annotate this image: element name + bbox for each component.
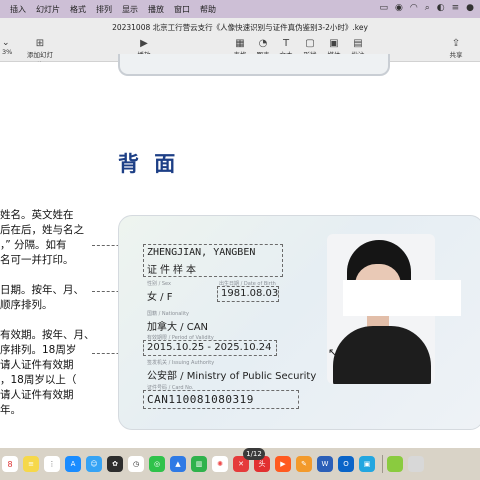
id-card-back-image: ZHENGJIAN, YANGBEN 证件样本 性别 / Sex 女 / F 出… bbox=[118, 215, 480, 430]
side-line: ，18周岁以上（ bbox=[0, 374, 77, 386]
menu-play[interactable]: 播放 bbox=[148, 4, 164, 15]
zoom-icon: ⌄ bbox=[2, 38, 10, 48]
card-nationality-tag: 国籍 / Nationality bbox=[147, 311, 190, 317]
card-authority: 公安部 / Ministry of Public Security bbox=[147, 371, 317, 382]
document-title: 20231008 北京工行营云支行《人像快速识别与证件真伪鉴别3-2小时》.ke… bbox=[112, 23, 368, 32]
wechat-icon[interactable]: ◎ bbox=[149, 456, 165, 472]
notes-icon[interactable]: ≡ bbox=[23, 456, 39, 472]
numbers-icon[interactable]: ▥ bbox=[191, 456, 207, 472]
kwai-icon[interactable]: ▶ bbox=[275, 456, 291, 472]
status-icons: ▭ ◉ ◠ ⌕ ◐ ≡ ● bbox=[379, 3, 474, 13]
side-line: 姓名。英文姓在 bbox=[0, 209, 74, 221]
control-icon[interactable]: ◉ bbox=[395, 3, 403, 13]
finder-icon[interactable]: ☺ bbox=[86, 456, 102, 472]
side-line: 顺序排列。 bbox=[0, 299, 53, 311]
slide-canvas[interactable]: 背 面 姓名。英文姓在 后在后，姓与名之 ，” 分隔。如有 名可一并打印。 日期… bbox=[0, 54, 480, 448]
side-line bbox=[0, 313, 95, 328]
share-label: 共享 bbox=[449, 51, 463, 59]
portrait-body bbox=[333, 326, 431, 384]
app-icon[interactable] bbox=[387, 456, 403, 472]
side-line: 请人证件有效期 bbox=[0, 389, 74, 401]
app-store-icon[interactable]: A bbox=[65, 456, 81, 472]
outlook-icon[interactable]: O bbox=[338, 456, 354, 472]
zoom-control[interactable]: ⌄ 3% bbox=[2, 38, 12, 56]
side-line: 日期。按年、月、 bbox=[0, 284, 84, 296]
menu-format[interactable]: 格式 bbox=[70, 4, 86, 15]
reminders-icon[interactable]: ⋮ bbox=[44, 456, 60, 472]
card-sex: 女 / F bbox=[147, 292, 173, 303]
pages-icon[interactable]: ✎ bbox=[296, 456, 312, 472]
side-line: 请人证件有效期 bbox=[0, 359, 74, 371]
share-icon: ⇪ bbox=[451, 38, 461, 49]
card-validity: 2015.10.25 - 2025.10.24 bbox=[147, 342, 272, 353]
card-name-cn: 证件样本 bbox=[147, 265, 199, 276]
side-line: 后在后，姓与名之 bbox=[0, 224, 84, 236]
side-line: ，” 分隔。如有 bbox=[0, 239, 67, 251]
mouse-cursor-icon: ↖ bbox=[328, 346, 338, 359]
menu-slide[interactable]: 幻灯片 bbox=[36, 4, 60, 15]
menu-window[interactable]: 窗口 bbox=[174, 4, 190, 15]
app-icon[interactable] bbox=[408, 456, 424, 472]
card-name-en: ZHENGJIAN, YANGBEN bbox=[147, 247, 256, 258]
side-line: 名可一并打印。 bbox=[0, 254, 74, 266]
chatgpt-icon[interactable]: ✿ bbox=[107, 456, 123, 472]
previous-card-bottom bbox=[118, 54, 390, 76]
card-number: CAN110081080319 bbox=[147, 393, 254, 406]
card-sex-tag: 性别 / Sex bbox=[147, 281, 171, 287]
slide-heading: 背 面 bbox=[118, 152, 180, 176]
search-icon[interactable]: ⌕ bbox=[425, 3, 430, 13]
comment-icon: ▤ bbox=[353, 38, 363, 49]
wifi-icon[interactable]: ◠ bbox=[410, 3, 418, 13]
side-line: 序排列。18周岁 bbox=[0, 344, 77, 356]
side-line: 年。 bbox=[0, 404, 21, 416]
control-center-icon[interactable]: ≡ bbox=[452, 3, 460, 13]
redaction-block bbox=[343, 280, 461, 316]
siri-icon[interactable]: ● bbox=[466, 3, 474, 13]
menu-help[interactable]: 帮助 bbox=[200, 4, 216, 15]
menu-arrange[interactable]: 排列 bbox=[96, 4, 112, 15]
side-explanation-text: 姓名。英文姓在 后在后，姓与名之 ，” 分隔。如有 名可一并打印。 日期。按年、… bbox=[0, 208, 95, 418]
bilibili-icon[interactable]: ▣ bbox=[359, 456, 375, 472]
slide-page-indicator: 1/12 bbox=[243, 448, 265, 460]
dock: 8 ≡ ⋮ A ☺ ✿ ◷ ◎ ▲ ▥ ✺ ✕ 头 ▶ ✎ W O ▣ bbox=[0, 448, 480, 480]
side-line: 有效期。按年、月、 bbox=[0, 329, 95, 341]
display-icon[interactable]: ▭ bbox=[379, 3, 388, 13]
menu-insert[interactable]: 插入 bbox=[10, 4, 26, 15]
menu-view[interactable]: 显示 bbox=[122, 4, 138, 15]
card-nationality: 加拿大 / CAN bbox=[147, 322, 209, 333]
account-icon[interactable]: ◐ bbox=[437, 3, 445, 13]
share-button[interactable]: ⇪ 共享 bbox=[440, 38, 472, 59]
calendar-icon[interactable]: 8 bbox=[2, 456, 18, 472]
play-icon: ▶ bbox=[140, 38, 148, 49]
dock-separator bbox=[382, 455, 383, 473]
clock-icon[interactable]: ◷ bbox=[128, 456, 144, 472]
word-icon[interactable]: W bbox=[317, 456, 333, 472]
add-slide-icon: ⊞ bbox=[35, 38, 45, 49]
card-authority-tag: 签发机关 / Issuing Authority bbox=[147, 360, 215, 366]
card-dob: 1981.08.03 bbox=[221, 288, 279, 299]
keynote-icon[interactable]: ▲ bbox=[170, 456, 186, 472]
photos-icon[interactable]: ✺ bbox=[212, 456, 228, 472]
zoom-value: 3% bbox=[2, 48, 13, 56]
side-line bbox=[0, 268, 95, 283]
menu-bar: 插入 幻灯片 格式 排列 显示 播放 窗口 帮助 ▭ ◉ ◠ ⌕ ◐ ≡ ● bbox=[0, 0, 480, 18]
